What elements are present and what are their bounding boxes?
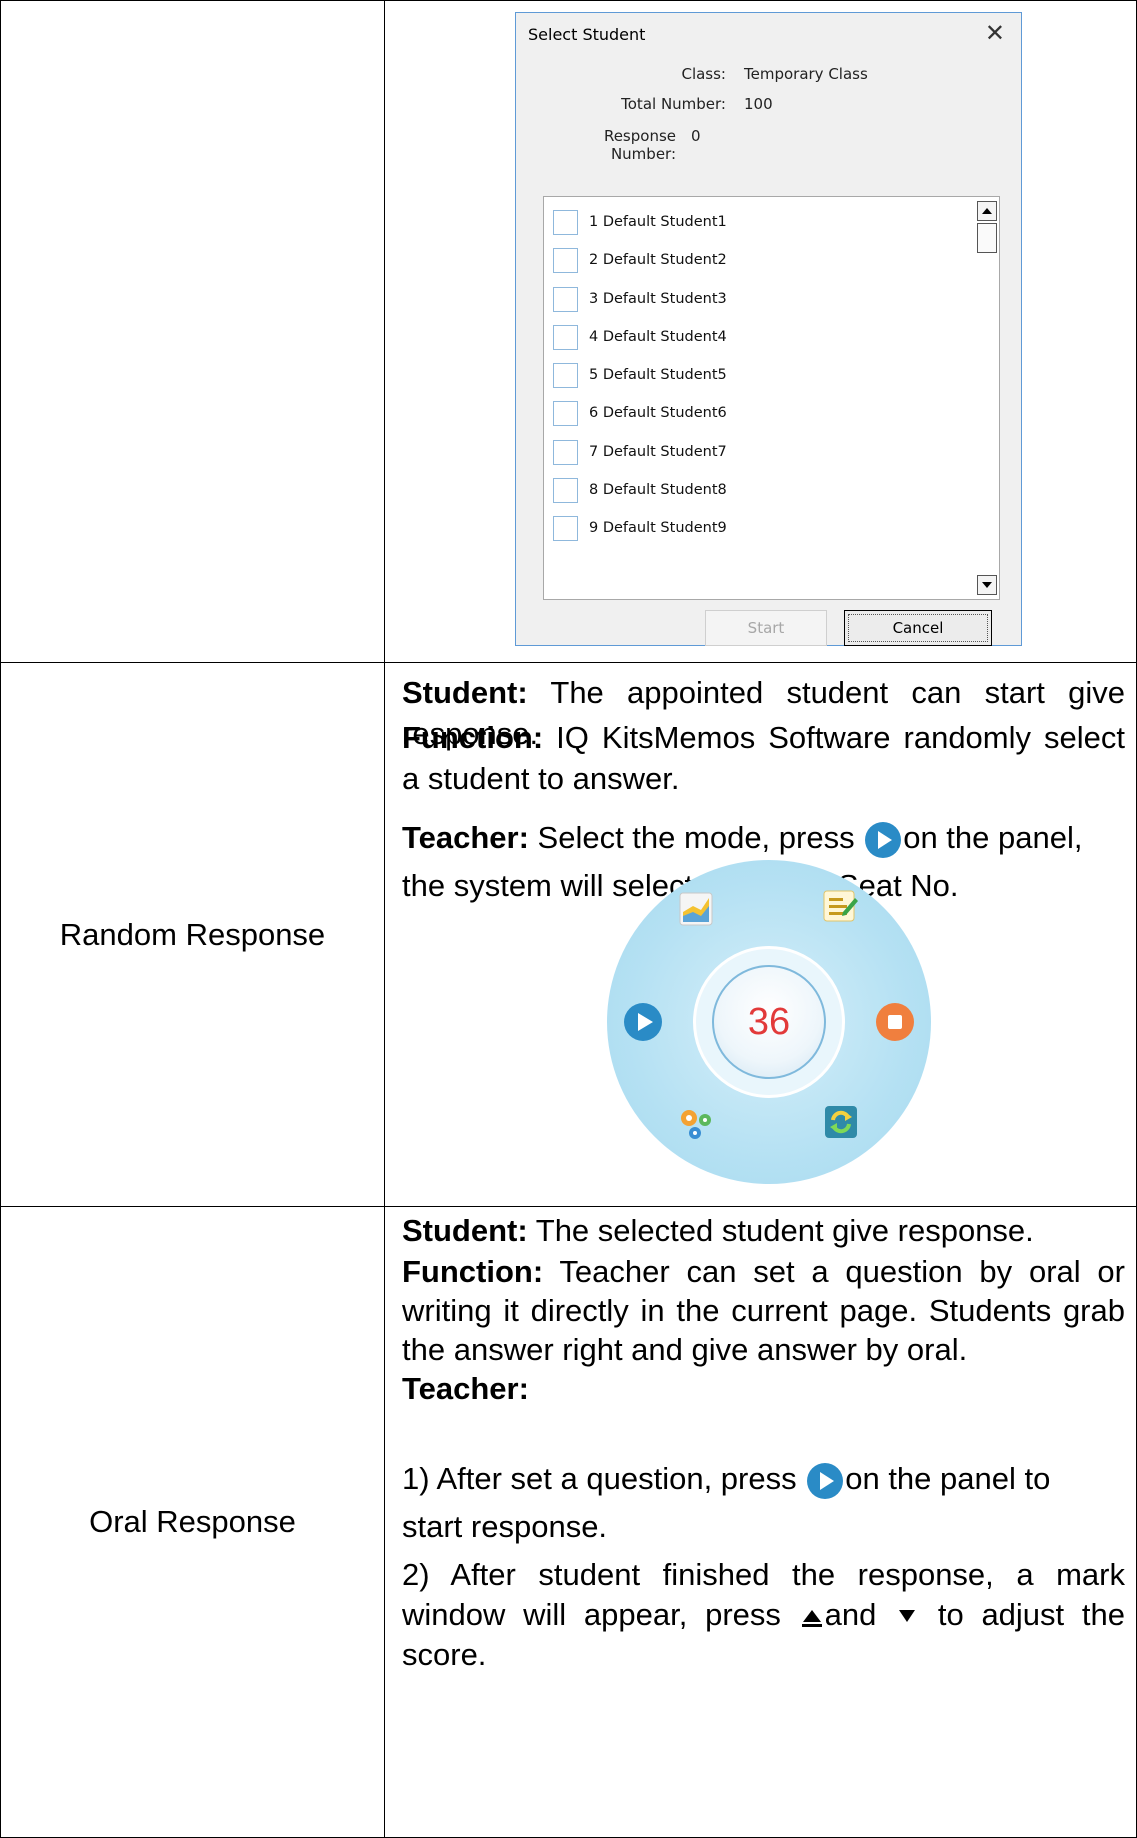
response-number-value: 0 <box>691 127 701 145</box>
list-item[interactable]: 3 Default Student3 <box>544 279 964 319</box>
oral-step2-paragraph: 2) After student finished the response, … <box>402 1555 1125 1675</box>
list-item[interactable]: 4 Default Student4 <box>544 317 964 357</box>
wheel-center-ring: 36 <box>693 946 845 1098</box>
student-name: 2 Default Student2 <box>589 252 727 268</box>
row1-label-cell <box>0 0 385 663</box>
settings-gears-icon[interactable] <box>677 1106 717 1142</box>
list-item[interactable]: 6 Default Student6 <box>544 393 964 433</box>
student-checkbox[interactable] <box>553 439 578 465</box>
list-item[interactable]: 5 Default Student5 <box>544 355 964 395</box>
random-response-panel: 36 <box>607 860 931 1184</box>
step2-text-b: and <box>824 1597 895 1632</box>
student-heading: Student: <box>402 675 528 710</box>
student-name: 9 Default Student9 <box>589 520 727 536</box>
triangle-down-icon <box>899 1609 916 1622</box>
start-button[interactable]: Start <box>705 610 827 646</box>
student-checkbox[interactable] <box>553 515 578 541</box>
select-student-dialog: Select Student ✕ Class: Temporary Class … <box>515 12 1022 646</box>
student-name: 4 Default Student4 <box>589 329 727 345</box>
step1-text-c: start response. <box>402 1509 608 1544</box>
total-number-label: Total Number: <box>621 95 726 113</box>
teacher-heading: Teacher: <box>402 820 529 855</box>
student-checkbox[interactable] <box>553 324 578 350</box>
play-icon <box>865 821 902 858</box>
close-icon[interactable]: ✕ <box>985 21 1005 45</box>
cancel-button[interactable]: Cancel <box>844 610 992 646</box>
edit-list-icon[interactable] <box>821 888 859 926</box>
refresh-icon[interactable] <box>823 1104 859 1140</box>
teacher-heading: Teacher: <box>402 1371 529 1406</box>
step1-text-b: on the panel to <box>845 1461 1051 1496</box>
list-item[interactable]: 7 Default Student7 <box>544 432 964 472</box>
function-heading: Function: <box>402 720 544 755</box>
oral-step1-paragraph: 1) After set a question, press on the pa… <box>402 1455 1125 1551</box>
oral-function-paragraph: Function: Teacher can set a question by … <box>402 1252 1125 1408</box>
scrollbar-thumb[interactable] <box>977 223 997 253</box>
random-function-text: Function: IQ KitsMemos Software randomly… <box>402 717 1125 799</box>
play-icon <box>807 1462 844 1499</box>
triangle-up-icon <box>982 208 992 214</box>
student-checkbox[interactable] <box>553 286 578 312</box>
function-heading: Function: <box>402 1254 544 1289</box>
list-item[interactable]: 1 Default Student1 <box>544 202 964 242</box>
student-heading: Student: <box>402 1213 528 1248</box>
stop-icon[interactable] <box>875 1002 915 1042</box>
student-name: 6 Default Student6 <box>589 405 727 421</box>
scroll-down-button[interactable] <box>977 575 997 595</box>
student-checkbox[interactable] <box>553 477 578 503</box>
student-name: 5 Default Student5 <box>589 367 727 383</box>
teacher-text-a: Select the mode, press <box>528 820 864 855</box>
class-value: Temporary Class <box>744 65 868 83</box>
class-label: Class: <box>681 65 726 83</box>
student-checkbox[interactable] <box>553 209 578 235</box>
student-checkbox[interactable] <box>553 400 578 426</box>
scroll-up-button[interactable] <box>977 201 997 221</box>
student-text: The selected student give response. <box>527 1213 1034 1248</box>
oral-response-label: Oral Response <box>0 1206 385 1838</box>
random-response-label: Random Response <box>0 662 385 1207</box>
list-item[interactable]: 2 Default Student2 <box>544 240 964 280</box>
response-number-label: Response Number: <box>603 127 676 163</box>
triangle-up-icon <box>801 1609 822 1627</box>
student-name: 8 Default Student8 <box>589 482 727 498</box>
dialog-title: Select Student <box>528 25 646 44</box>
list-item[interactable]: 9 Default Student9 <box>544 508 964 548</box>
chart-icon[interactable] <box>679 892 713 926</box>
list-scrollbar[interactable] <box>977 201 997 595</box>
triangle-down-icon <box>982 582 992 588</box>
list-item[interactable]: 8 Default Student8 <box>544 470 964 510</box>
seat-number: 36 <box>747 1000 791 1043</box>
total-number-value: 100 <box>744 95 773 113</box>
student-checkbox[interactable] <box>553 362 578 388</box>
teacher-text-b: on the panel, <box>903 820 1083 855</box>
student-checkbox[interactable] <box>553 247 578 273</box>
student-name: 3 Default Student3 <box>589 291 727 307</box>
student-name: 1 Default Student1 <box>589 214 727 230</box>
step1-text-a: 1) After set a question, press <box>402 1461 806 1496</box>
random-student-paragraph: Student: The selected student give respo… <box>402 1210 1125 1251</box>
seat-number-display: 36 <box>712 965 826 1079</box>
student-name: 7 Default Student7 <box>589 444 727 460</box>
student-list[interactable]: 1 Default Student1 2 Default Student2 3 … <box>543 196 1000 600</box>
play-icon[interactable] <box>623 1002 663 1042</box>
